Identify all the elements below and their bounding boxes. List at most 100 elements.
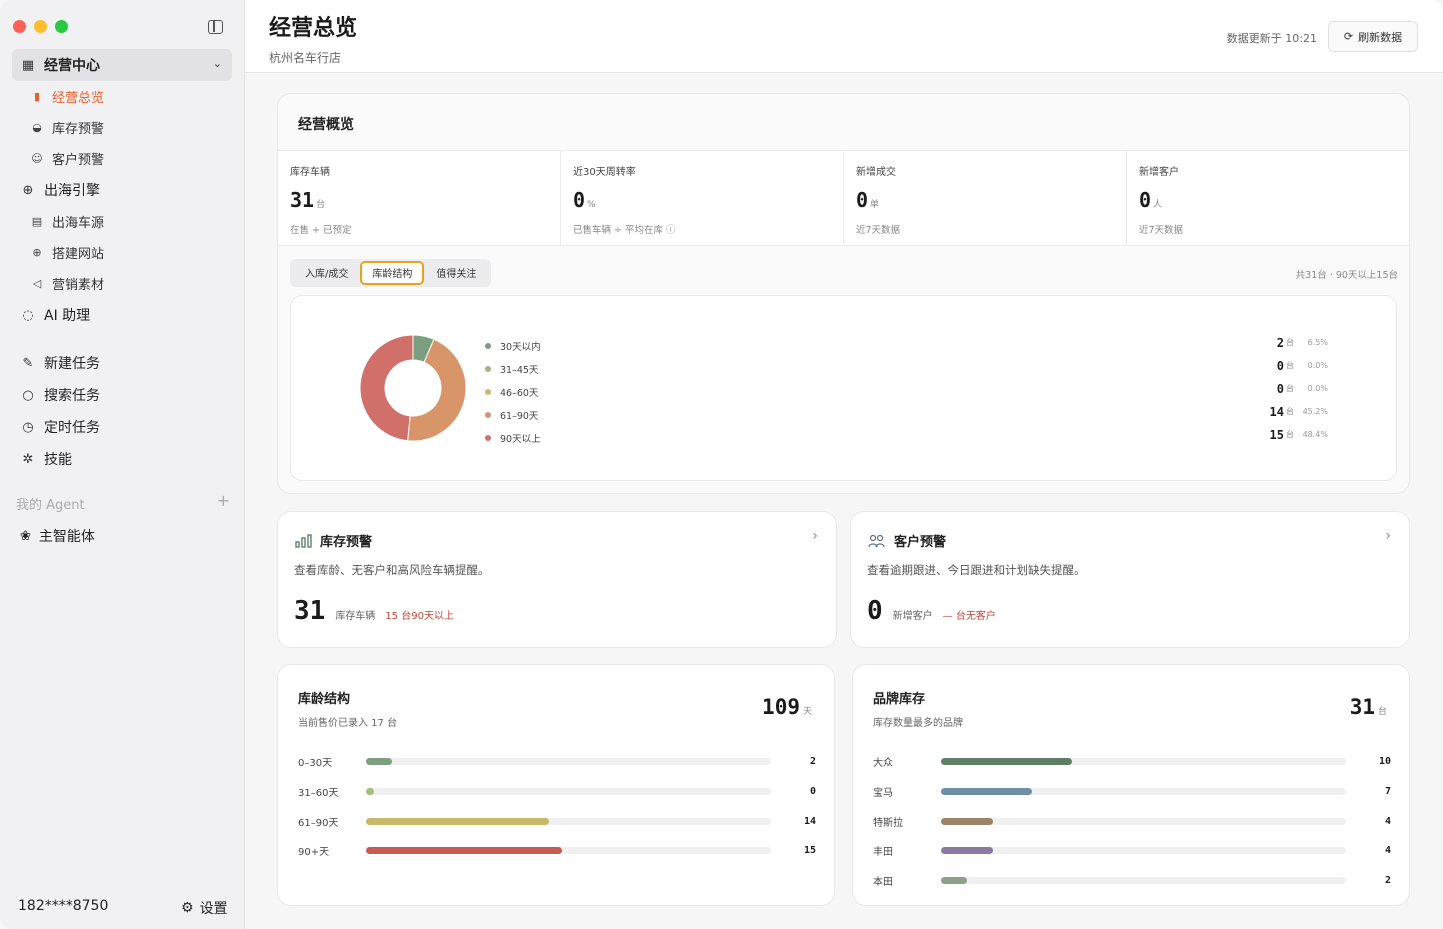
inventory-alert-title: 库存预警: [320, 535, 373, 550]
bar-label: 90+天: [298, 847, 330, 859]
settings-button[interactable]: ⚙ 设置: [181, 898, 228, 918]
clock-icon: ◷: [22, 419, 34, 435]
inventory-count: 31: [294, 596, 326, 626]
sidebar-item-inventory-alert[interactable]: ◒ 库存预警: [12, 112, 232, 143]
sidebar-toggle-icon[interactable]: [208, 20, 223, 34]
age-structure-card: 库龄结构 当前售价已录入 17 台 109 天 0–30天 2 31–60天 0 61–9…: [277, 664, 835, 906]
inventory-alert-header: 库存预警: [295, 531, 372, 550]
legend-percent: 0.0%: [1307, 384, 1328, 393]
minimize-window-button[interactable]: [34, 20, 47, 33]
bar-label: 61–90天: [298, 817, 339, 829]
megaphone-icon: ◁: [32, 277, 42, 290]
bar-label: 31–60天: [298, 788, 339, 800]
nav-skills[interactable]: ✲ 技能: [12, 443, 232, 475]
nav-scheduled-task[interactable]: ◷ 定时任务: [12, 411, 232, 443]
kpi-unit: %: [587, 200, 596, 210]
nav-item-label: 搜索任务: [44, 388, 100, 404]
inventory-alert-card[interactable]: 库存预警 › 查看库龄、无客户和高风险车辆提醒。 31 库存车辆 15 台90天…: [277, 511, 837, 648]
nav-ai-assistant[interactable]: ◌ AI 助理: [12, 299, 232, 331]
chevron-right-icon[interactable]: ›: [1385, 528, 1391, 544]
main-content: 经营总览 杭州名车行店 数据更新于 10:21 ⟳ 刷新数据 经营概览 库存车辆…: [245, 0, 1443, 929]
bar-label: 宝马: [873, 788, 893, 800]
settings-label: 设置: [199, 901, 228, 917]
agent-section-header: 我的 Agent +: [16, 493, 230, 514]
sidebar-item-label: 出海车源: [52, 216, 105, 231]
bar-value: 7: [1384, 786, 1391, 798]
bar-row: 0–30天 2: [298, 747, 816, 777]
kpi-number: 31: [290, 188, 315, 212]
age-bar-chart: 0–30天 2 31–60天 0 61–90天 14 90+天 15: [298, 747, 816, 866]
sidebar-item-label: 营销素材: [52, 278, 105, 293]
nav-group-label: 出海引擎: [44, 183, 100, 199]
bar-track: [366, 847, 771, 855]
kpi-note: 近7天数据: [856, 225, 901, 236]
nav-item-label: 新建任务: [44, 356, 100, 372]
age-summary: 共31台 · 90天以上15台: [1295, 270, 1398, 281]
tab-inbound-deals[interactable]: 入库/成交: [293, 261, 360, 285]
window-controls: [13, 20, 68, 33]
bar-fill: [941, 788, 1033, 796]
legend-item: 90天以上: [485, 426, 541, 449]
sidebar-item-build-website[interactable]: ⊕ 搭建网站: [12, 237, 232, 268]
total-number: 109: [762, 695, 800, 719]
bar-label: 本田: [873, 877, 893, 889]
agent-item-main[interactable]: ❀ 主智能体: [20, 526, 95, 546]
sidebar-item-marketing-assets[interactable]: ◁ 营销素材: [12, 268, 232, 299]
bar-row: 特斯拉 4: [873, 806, 1391, 836]
user-account[interactable]: 182****8750: [18, 898, 108, 914]
legend-unit: 台: [1286, 338, 1294, 347]
agent-header-label: 我的 Agent: [16, 498, 85, 513]
legend-unit: 台: [1286, 361, 1294, 370]
bar-track: [941, 877, 1346, 885]
globe-icon: ⊕: [32, 246, 42, 259]
tab-attention[interactable]: 值得关注: [424, 261, 488, 285]
overview-card: 经营概览 库存车辆 31 台 在售 + 已预定 近30天周转率 0% 已售车辆 ÷…: [277, 93, 1410, 494]
maximize-window-button[interactable]: [55, 20, 68, 33]
age-structure-total: 109 天: [762, 695, 812, 719]
store-name: 杭州名车行店: [269, 51, 342, 65]
sidebar-item-business-overview[interactable]: ▮ 经营总览: [12, 81, 232, 112]
age-structure-subtitle: 当前售价已录入 17 台: [298, 718, 398, 729]
nav-item-label: AI 助理: [44, 308, 91, 324]
kpi-label: 近30天周转率: [573, 167, 636, 178]
nav-item-label: 定时任务: [44, 420, 100, 436]
age-structure-title: 库龄结构: [298, 692, 351, 707]
kpi-label: 新增客户: [1139, 167, 1179, 178]
bar-row: 本田 2: [873, 866, 1391, 896]
sidebar-item-customer-alert[interactable]: ☺ 客户预警: [12, 143, 232, 174]
nav-group-overseas-engine[interactable]: ⊕ 出海引擎: [12, 174, 232, 206]
kpi-label: 库存车辆: [290, 167, 330, 178]
brand-inventory-subtitle: 库存数量最多的品牌: [873, 718, 963, 729]
legend-value-row: 2 台 6.5%: [1270, 331, 1328, 354]
tab-age-structure[interactable]: 库龄结构: [360, 261, 425, 285]
building-icon: ▦: [21, 57, 35, 73]
legend-percent: 45.2%: [1302, 407, 1328, 416]
puzzle-icon: ✲: [22, 451, 34, 467]
bar-value: 14: [803, 815, 816, 827]
nav-new-task[interactable]: ✎ 新建任务: [12, 347, 232, 379]
legend-swatch: [485, 434, 491, 441]
bar-value: 10: [1378, 756, 1391, 768]
bar-label: 大众: [873, 758, 893, 770]
nav-group-business-center[interactable]: ▦ 经营中心 ⌄: [12, 49, 232, 81]
bar-track: [941, 847, 1346, 855]
customer-alert-header: 客户预警: [868, 531, 946, 550]
customer-count: 0: [867, 596, 883, 626]
nav-search-task[interactable]: ○ 搜索任务: [12, 379, 232, 411]
add-agent-button[interactable]: +: [217, 493, 230, 513]
chevron-down-icon: ⌄: [212, 57, 222, 70]
inventory-count-label: 库存车辆: [335, 611, 376, 622]
close-window-button[interactable]: [13, 20, 26, 33]
app-window: ▦ 经营中心 ⌄ ▮ 经营总览 ◒ 库存预警 ☺ 客户预警 ⊕ 出海引擎 ▤ 出…: [0, 0, 1443, 929]
legend-percent: 0.0%: [1307, 361, 1328, 370]
chevron-right-icon[interactable]: ›: [812, 528, 818, 544]
page-header: 经营总览 杭州名车行店 数据更新于 10:21 ⟳ 刷新数据: [245, 0, 1443, 73]
customer-alert-card[interactable]: 客户预警 › 查看逾期跟进、今日跟进和计划缺失提醒。 0 新增客户 — 台无客户: [850, 511, 1410, 648]
sidebar-item-overseas-cars[interactable]: ▤ 出海车源: [12, 206, 232, 237]
bar-track: [941, 817, 1346, 825]
refresh-button[interactable]: ⟳ 刷新数据: [1328, 21, 1418, 52]
donut-legend: 30天以内 31–45天 46–60天 61–90天 90天以上: [485, 334, 541, 449]
refresh-label: 刷新数据: [1358, 30, 1403, 44]
chat-icon: ◌: [22, 307, 34, 323]
donut-panel: 30天以内 31–45天 46–60天 61–90天 90天以上 2 台 6.5% 0 台 0.0…: [290, 295, 1397, 481]
